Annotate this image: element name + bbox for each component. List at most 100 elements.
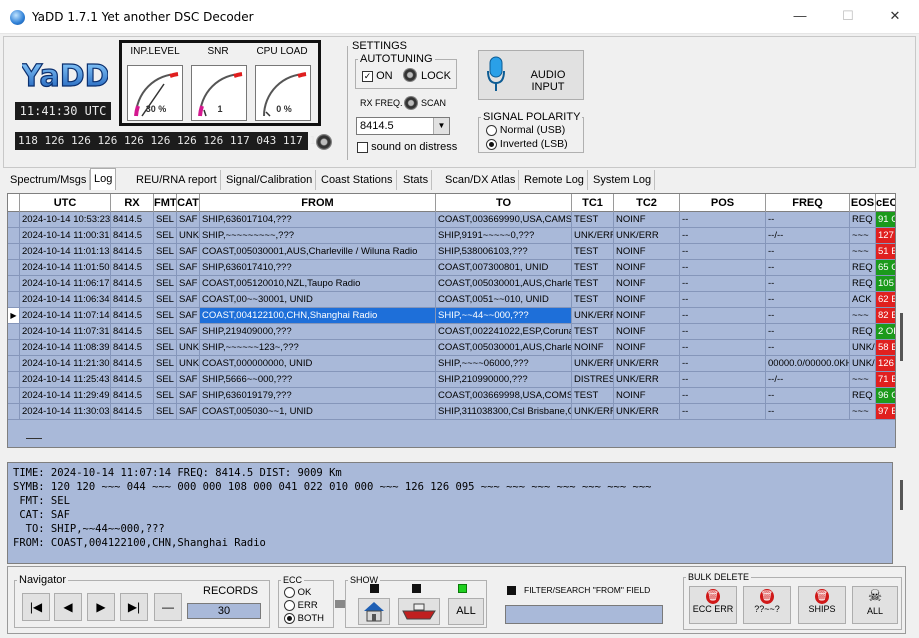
cell-tc2[interactable]: NOINF [614, 212, 680, 227]
cell-tc2[interactable]: UNK/ERR [614, 356, 680, 371]
cell-cecc[interactable]: 82 ERR [876, 308, 895, 323]
cell-eos[interactable]: REQ [850, 324, 876, 339]
cell-cecc[interactable]: 2 OK [876, 324, 895, 339]
delete-unknown-button[interactable]: 🗑 ??~~? [743, 586, 791, 624]
cell-tc2[interactable]: NOINF [614, 276, 680, 291]
cell-cecc[interactable]: 126 ERR [876, 356, 895, 371]
records-field[interactable]: 30 [187, 603, 261, 619]
minimize-button[interactable]: — [785, 8, 815, 26]
delete-ships-button[interactable]: 🗑 SHIPS [798, 586, 846, 624]
col-header-cat[interactable]: CAT [177, 194, 200, 212]
cell-fmt[interactable]: SEL [154, 388, 177, 403]
tab-scan-dx-atlas[interactable]: Scan/DX Atlas [442, 170, 520, 190]
autotuning-on-checkbox[interactable]: ✓ ON [362, 70, 393, 82]
rx-freq-select[interactable]: 8414.5 ▼ [356, 117, 450, 135]
cell-from[interactable]: SHIP,636017104,??? [200, 212, 436, 227]
delete-ecc-err-button[interactable]: 🗑 ECC ERR [689, 586, 737, 624]
audio-input-button[interactable]: AUDIO INPUT [478, 50, 584, 100]
cell-tc2[interactable]: UNK/ERR [614, 228, 680, 243]
cell-fmt[interactable]: SEL [154, 324, 177, 339]
tab-system-log[interactable]: System Log [590, 170, 656, 190]
cell-to[interactable]: COAST,005030001,AUS,Charleville [436, 276, 572, 291]
cell-freq[interactable]: -- [766, 276, 850, 291]
cell-utc[interactable]: 2024-10-14 11:00:31 [20, 228, 111, 243]
cell-cat[interactable]: SAF [177, 276, 200, 291]
cell-pos[interactable]: -- [680, 244, 766, 259]
tab-remote-log[interactable]: Remote Log [521, 170, 588, 190]
cell-tc1[interactable]: UNK/ERR [572, 404, 614, 419]
cell-rx[interactable]: 8414.5 [111, 340, 154, 355]
cell-tc1[interactable]: TEST [572, 260, 614, 275]
tab-reu-rna-report[interactable]: REU/RNA report [133, 170, 221, 190]
show-ships-button[interactable] [398, 598, 440, 625]
col-header-eos[interactable]: EOS [850, 194, 876, 212]
cell-cecc[interactable]: 71 ERR [876, 372, 895, 387]
cell-rx[interactable]: 8414.5 [111, 372, 154, 387]
cell-utc[interactable]: 2024-10-14 11:07:31 [20, 324, 111, 339]
cell-rx[interactable]: 8414.5 [111, 228, 154, 243]
cell-eos[interactable]: ~~~ [850, 244, 876, 259]
cell-utc[interactable]: 2024-10-14 11:06:34 [20, 292, 111, 307]
current-row-arrow-icon[interactable]: ▶ [8, 308, 20, 323]
cell-eos[interactable]: REQ [850, 212, 876, 227]
cell-cat[interactable]: SAF [177, 388, 200, 403]
table-row[interactable]: 2024-10-14 11:06:34 8414.5 SEL SAF COAST,00~… [8, 292, 895, 308]
cell-tc2[interactable]: NOINF [614, 388, 680, 403]
row-indicator[interactable] [8, 340, 20, 355]
cell-tc1[interactable]: UNK/ERR [572, 228, 614, 243]
cell-eos[interactable]: REQ [850, 276, 876, 291]
cell-tc1[interactable]: TEST [572, 276, 614, 291]
cell-cecc[interactable]: 96 OK [876, 388, 895, 403]
cell-tc1[interactable]: UNK/ERR [572, 356, 614, 371]
tab-stats[interactable]: Stats [400, 170, 433, 190]
cell-fmt[interactable]: SEL [154, 276, 177, 291]
cell-freq[interactable]: -- [766, 212, 850, 227]
cell-tc1[interactable]: DISTRESS [572, 372, 614, 387]
delete-all-button[interactable]: ☠ ALL [852, 586, 898, 624]
cell-cat[interactable]: SAF [177, 404, 200, 419]
cell-tc2[interactable]: NOINF [614, 244, 680, 259]
prev-record-button[interactable]: ◀ [54, 593, 82, 621]
cell-utc[interactable]: 2024-10-14 10:53:23 [20, 212, 111, 227]
col-header-fmt[interactable]: FMT [154, 194, 177, 212]
cell-utc[interactable]: 2024-10-14 11:01:13 [20, 244, 111, 259]
cell-freq[interactable]: -- [766, 292, 850, 307]
cell-pos[interactable]: -- [680, 228, 766, 243]
cell-from[interactable]: SHIP,636019179,??? [200, 388, 436, 403]
show-all-button[interactable]: ALL [448, 598, 484, 625]
show-coast-button[interactable] [358, 598, 390, 625]
cell-from[interactable]: SHIP,~~~~~~~~~,??? [200, 228, 436, 243]
cell-utc[interactable]: 2024-10-14 11:06:17 [20, 276, 111, 291]
row-indicator[interactable] [8, 324, 20, 339]
table-row[interactable]: 2024-10-14 11:01:50 8414.5 SEL SAF SHIP,6360… [8, 260, 895, 276]
cell-tc2[interactable]: UNK/ERR [614, 372, 680, 387]
row-indicator[interactable] [8, 276, 20, 291]
cell-to[interactable]: COAST,007300801, UNID [436, 260, 572, 275]
col-header-tc1[interactable]: TC1 [572, 194, 614, 212]
row-indicator[interactable] [8, 404, 20, 419]
cell-tc1[interactable]: NOINF [572, 340, 614, 355]
cell-cat[interactable]: UNK [177, 356, 200, 371]
cell-eos[interactable]: ~~~ [850, 372, 876, 387]
cell-pos[interactable]: -- [680, 292, 766, 307]
cell-rx[interactable]: 8414.5 [111, 308, 154, 323]
cell-tc2[interactable]: NOINF [614, 260, 680, 275]
tab-signal-calibration[interactable]: Signal/Calibration [223, 170, 317, 190]
cell-fmt[interactable]: SEL [154, 260, 177, 275]
cell-fmt[interactable]: SEL [154, 292, 177, 307]
cell-eos[interactable]: UNK/ERR [850, 356, 876, 371]
cell-tc1[interactable]: TEST [572, 244, 614, 259]
cell-cecc[interactable]: 97 ERR [876, 404, 895, 419]
row-indicator[interactable] [8, 388, 20, 403]
cell-cecc[interactable]: 51 ERR [876, 244, 895, 259]
cell-eos[interactable]: ~~~ [850, 404, 876, 419]
row-indicator[interactable] [8, 244, 20, 259]
cell-from[interactable]: SHIP,219409000,??? [200, 324, 436, 339]
cell-to[interactable]: COAST,005030001,AUS,Charleville [436, 340, 572, 355]
maximize-button[interactable]: ☐ [833, 8, 863, 26]
cell-eos[interactable]: REQ [850, 260, 876, 275]
cell-to[interactable]: SHIP,~~44~~000,??? [436, 308, 572, 323]
tab-log[interactable]: Log [90, 168, 117, 190]
cell-pos[interactable]: -- [680, 388, 766, 403]
cell-to[interactable]: SHIP,9191~~~~~0,??? [436, 228, 572, 243]
